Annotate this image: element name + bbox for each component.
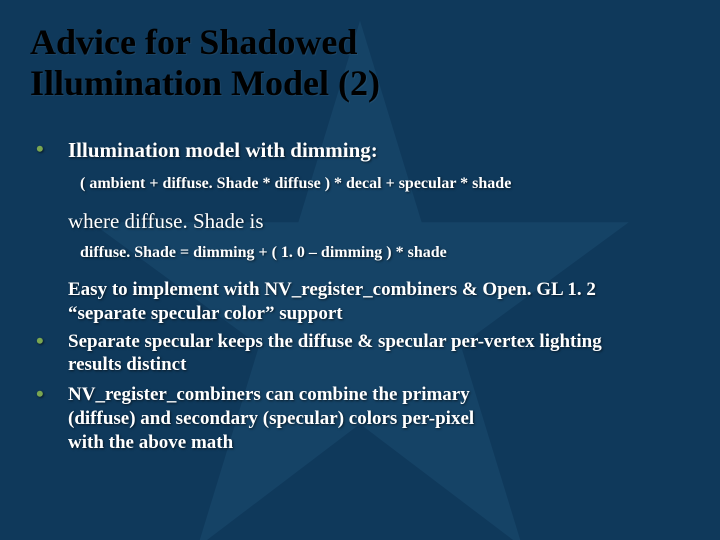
bullet-register-combiners: NV_register_combiners can combine the pr… bbox=[34, 383, 700, 454]
formula-1-block: ( ambient + diffuse. Shade * diffuse ) *… bbox=[80, 175, 700, 193]
bullet-list-2: Separate specular keeps the diffuse & sp… bbox=[34, 330, 700, 455]
bullet-text: Illumination model with dimming: bbox=[68, 138, 378, 162]
formula-1: ( ambient + diffuse. Shade * diffuse ) *… bbox=[80, 175, 511, 192]
bullet2-line-2: results distinct bbox=[68, 354, 186, 375]
bullet3-line-2: (diffuse) and secondary (specular) color… bbox=[68, 408, 474, 429]
formula-2: diffuse. Shade = dimming + ( 1. 0 – dimm… bbox=[80, 244, 447, 261]
bullet-list: Illumination model with dimming: bbox=[34, 138, 700, 163]
title-line-1: Advice for Shadowed bbox=[30, 22, 380, 63]
bullet3-line-3: with the above math bbox=[68, 432, 233, 453]
impl-line-1: Easy to implement with NV_register_combi… bbox=[68, 279, 596, 300]
formula-2-block: diffuse. Shade = dimming + ( 1. 0 – dimm… bbox=[80, 244, 700, 262]
slide-title: Advice for Shadowed Illumination Model (… bbox=[30, 22, 380, 105]
implementation-note: Easy to implement with NV_register_combi… bbox=[68, 278, 700, 326]
slide: Advice for Shadowed Illumination Model (… bbox=[0, 0, 720, 540]
where-line: where diffuse. Shade is bbox=[68, 209, 700, 234]
bullet-illumination-model: Illumination model with dimming: bbox=[34, 138, 700, 163]
title-line-2: Illumination Model (2) bbox=[30, 63, 380, 104]
impl-line-2: “separate specular color” support bbox=[68, 303, 343, 324]
bullet3-line-1: NV_register_combiners can combine the pr… bbox=[68, 384, 470, 405]
bullet2-line-1: Separate specular keeps the diffuse & sp… bbox=[68, 331, 602, 352]
slide-content: Illumination model with dimming: ( ambie… bbox=[34, 138, 700, 460]
bullet-separate-specular: Separate specular keeps the diffuse & sp… bbox=[34, 330, 700, 378]
